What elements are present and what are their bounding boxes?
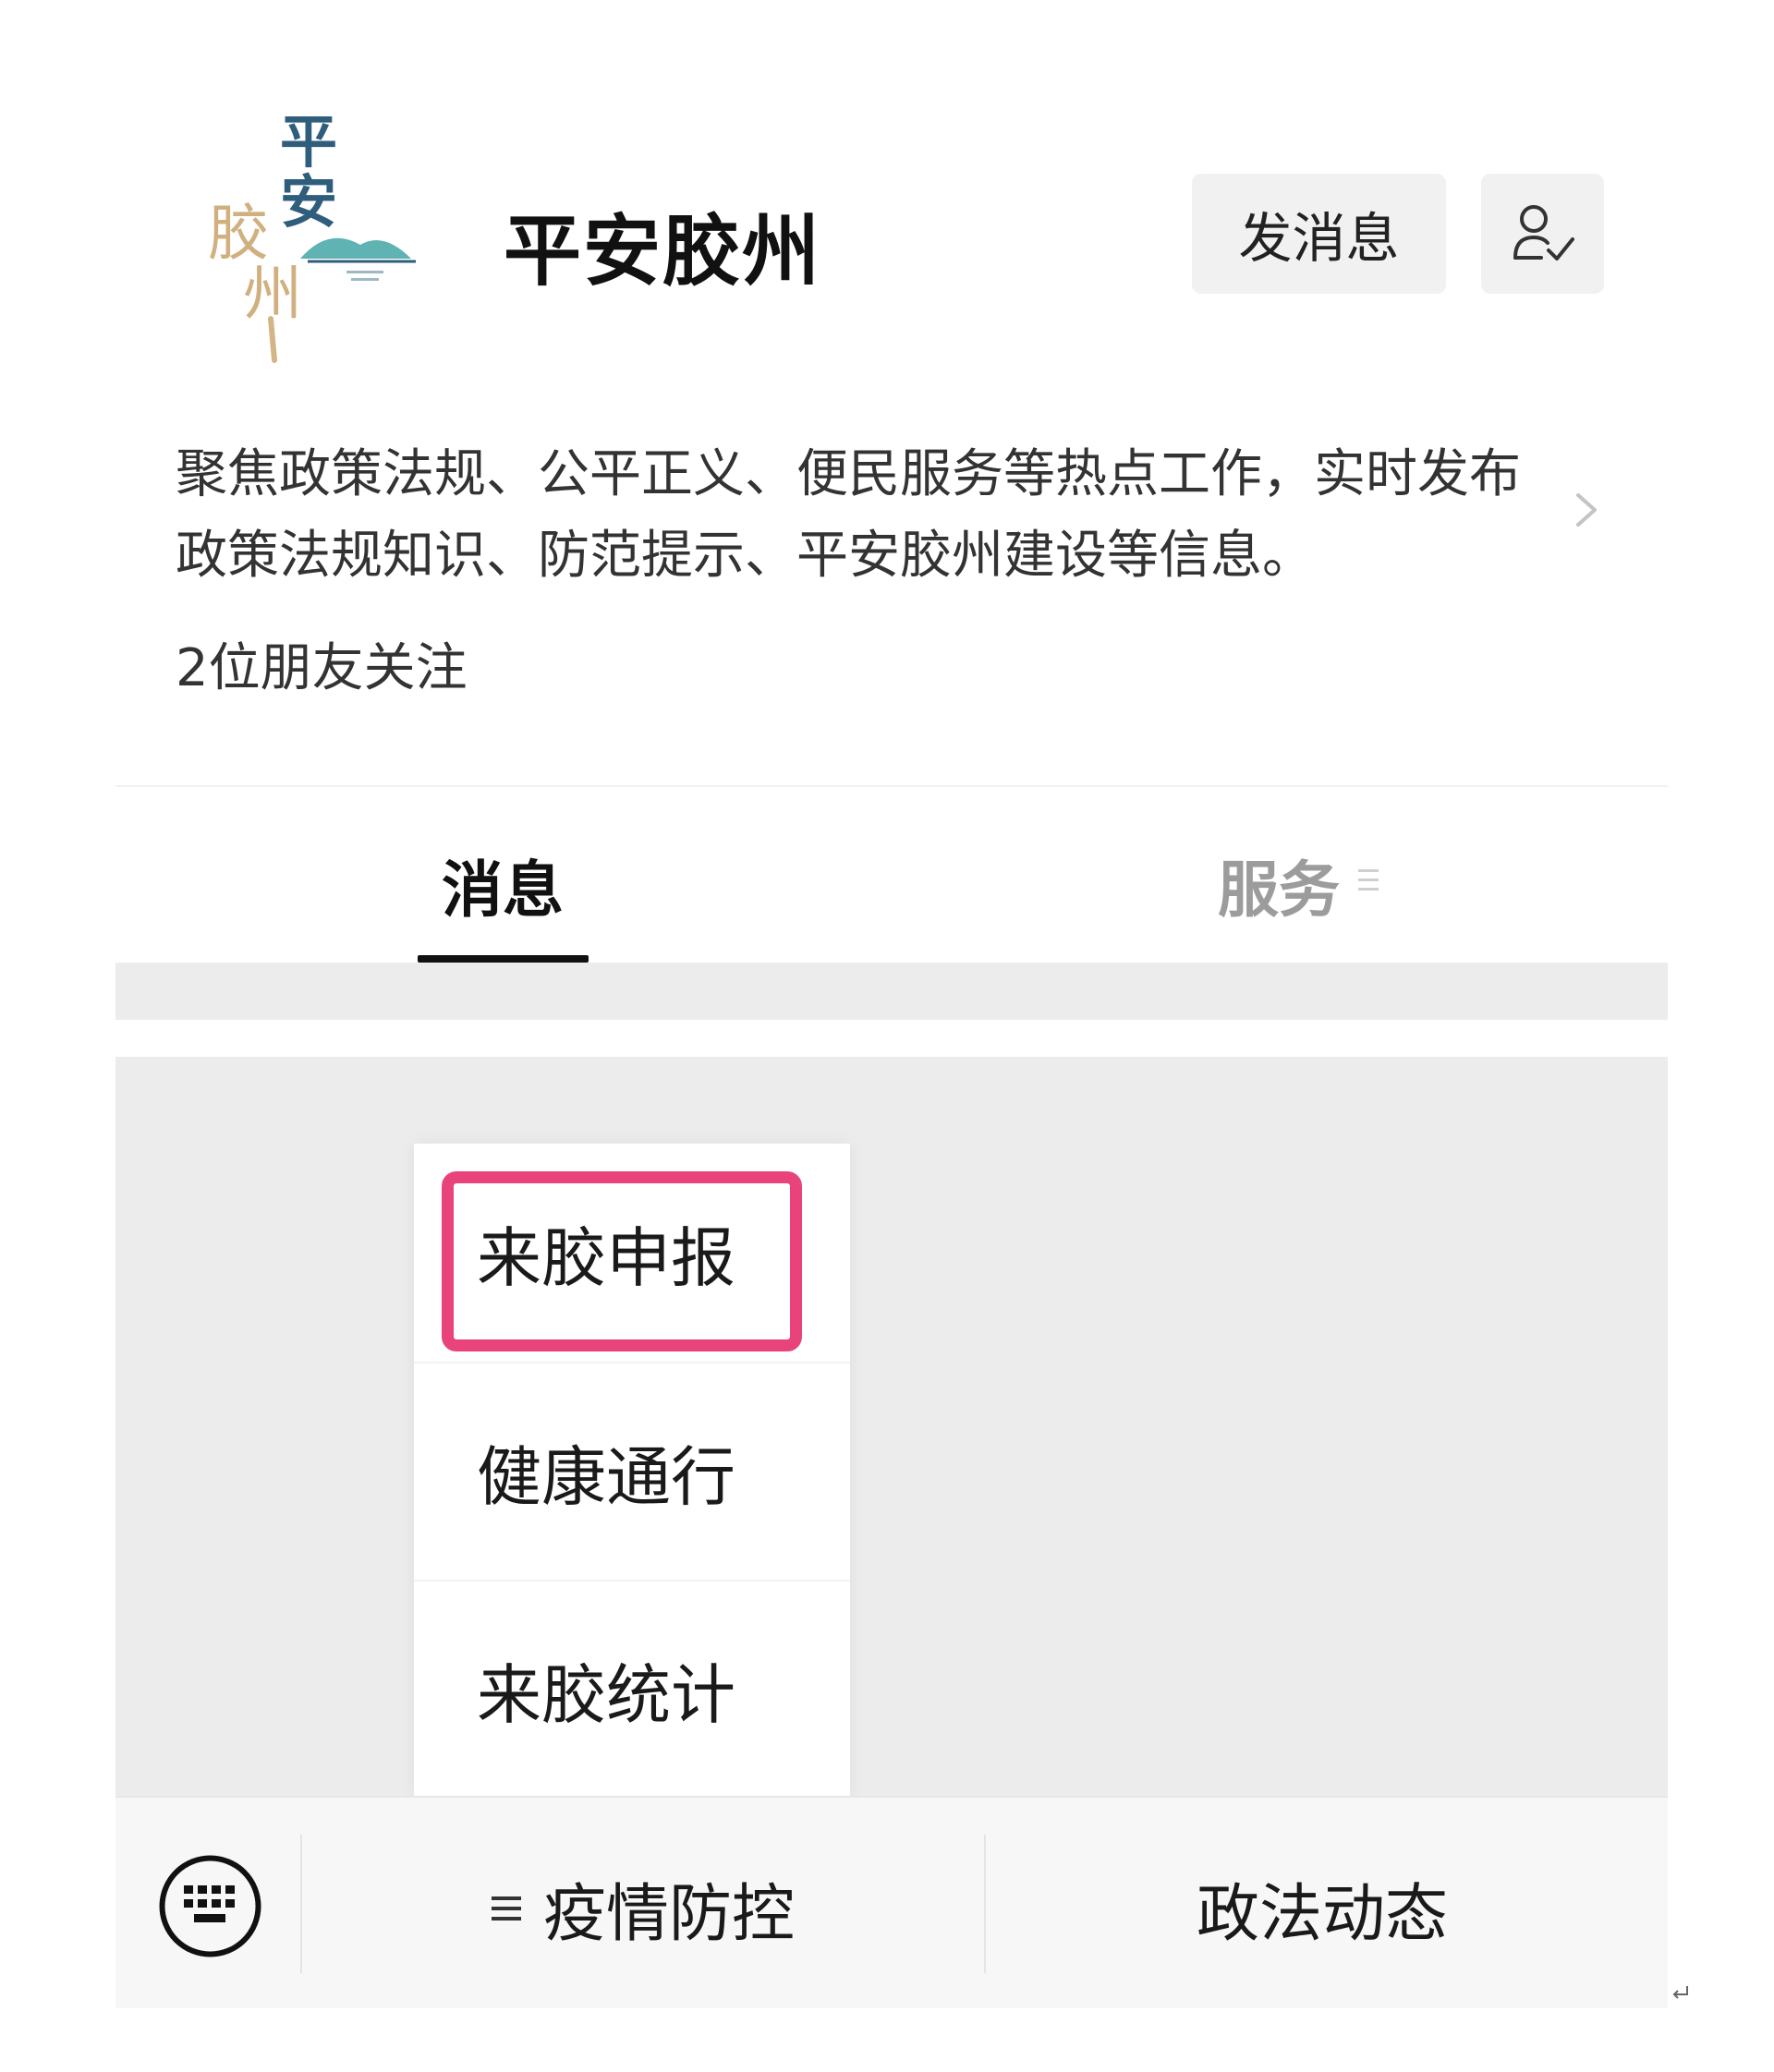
menu-button-legal-news[interactable]: 政法动态 (1197, 1862, 1448, 1954)
separator-strip (115, 963, 1668, 1020)
message-area (115, 1057, 1668, 1796)
divider (300, 1835, 302, 1973)
account-name: 平安胶州 (504, 206, 822, 297)
menu-button-label: 疫情防控 (543, 1878, 796, 1951)
svg-text:平: 平 (280, 108, 337, 176)
logo-artwork: 平 安 胶 州 (208, 108, 416, 363)
submenu-popup: 来胶申报 健康通行 来胶统计 (414, 1144, 850, 1798)
send-message-button[interactable]: 发消息 (1192, 174, 1446, 294)
tab-services[interactable]: 服务 (1218, 841, 1340, 929)
divider (115, 785, 1668, 787)
person-check-icon (1513, 205, 1574, 261)
official-account-page: 平 安 胶 州 平安胶州 发消息 聚焦政策法规、公平正义、便民服务等热点工作，实… (0, 0, 1774, 2072)
svg-text:安: 安 (280, 168, 337, 236)
highlight-annotation (442, 1171, 802, 1351)
menu-lines-icon (492, 1896, 521, 1921)
divider (984, 1835, 986, 1973)
follow-button[interactable] (1481, 174, 1604, 294)
keyboard-toggle-button[interactable] (157, 1853, 263, 1959)
active-tab-indicator (418, 955, 589, 963)
bottom-menu-bar: 疫情防控 政法动态 (115, 1796, 1668, 2008)
menu-lines-icon (1358, 869, 1379, 891)
followers-count[interactable]: 2位朋友关注 (176, 626, 468, 701)
keyboard-icon (159, 1855, 261, 1957)
return-mark-icon (1672, 1986, 1688, 1999)
submenu-item-arrival-stats[interactable]: 来胶统计 (414, 1580, 850, 1798)
chevron-right-icon[interactable] (1571, 490, 1602, 530)
menu-button-epidemic-control[interactable]: 疫情防控 (490, 1862, 795, 1954)
svg-text:胶: 胶 (208, 198, 269, 269)
submenu-item-health-pass[interactable]: 健康通行 (414, 1362, 850, 1580)
account-description[interactable]: 聚焦政策法规、公平正义、便民服务等热点工作，实时发布政策法规知识、防范提示、平安… (176, 434, 1561, 597)
tab-messages[interactable]: 消息 (442, 841, 564, 929)
account-logo: 平 安 胶 州 (189, 106, 439, 374)
